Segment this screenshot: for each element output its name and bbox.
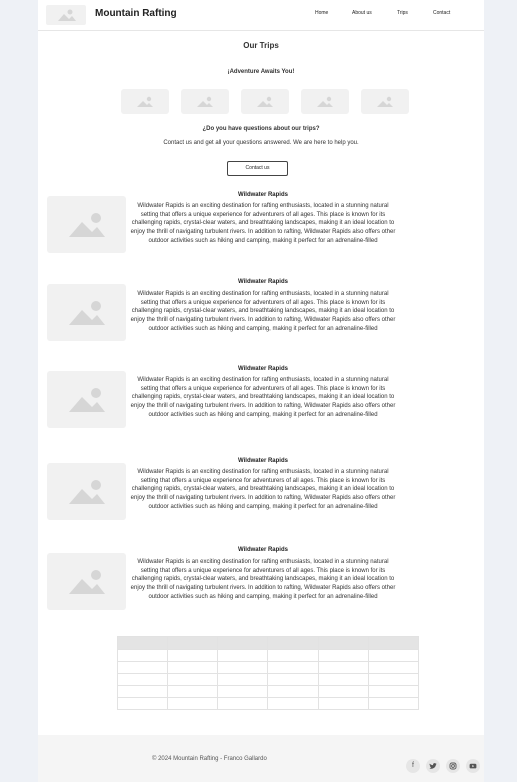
nav-contact[interactable]: Contact — [433, 10, 450, 16]
gallery-image[interactable] — [241, 89, 289, 114]
trips-table — [116, 636, 420, 710]
trip-title: Wildwater Rapids — [238, 458, 288, 464]
table-header-cell — [217, 636, 269, 650]
image-placeholder-icon — [58, 9, 76, 21]
contact-us-button[interactable]: Contact us — [227, 161, 288, 176]
table-cell — [367, 649, 420, 662]
page: Mountain Rafting Home About us Trips Con… — [38, 0, 484, 782]
gallery-image[interactable] — [361, 89, 409, 114]
instagram-icon[interactable] — [446, 759, 460, 773]
image-placeholder-icon — [257, 96, 273, 107]
table-cell — [116, 661, 169, 674]
table-header-cell — [317, 636, 369, 650]
logo-image[interactable] — [46, 5, 86, 25]
image-placeholder-icon — [69, 388, 105, 412]
nav-trips[interactable]: Trips — [397, 10, 408, 16]
image-placeholder-icon — [377, 96, 393, 107]
table-header-cell — [167, 636, 219, 650]
table-cell — [167, 673, 219, 686]
trip-description: Wildwater Rapids is an exciting destinat… — [130, 291, 396, 332]
brand-name[interactable]: Mountain Rafting — [95, 8, 177, 19]
table-cell — [167, 661, 219, 674]
table-cell — [367, 661, 420, 674]
tagline: ¡Adventure Awaits You! — [227, 69, 295, 75]
copyright-text: © 2024 Mountain Rafting - Franco Gallard… — [152, 756, 267, 762]
table-cell — [367, 697, 420, 710]
table-row — [116, 685, 420, 698]
table-cell — [317, 685, 369, 698]
table-cell — [367, 685, 420, 698]
nav-about-us[interactable]: About us — [352, 10, 372, 16]
youtube-icon[interactable] — [466, 759, 480, 773]
trip-image[interactable] — [47, 463, 126, 520]
trip-description: Wildwater Rapids is an exciting destinat… — [130, 559, 396, 600]
table-cell — [267, 661, 319, 674]
image-placeholder-icon — [69, 570, 105, 594]
trip-description: Wildwater Rapids is an exciting destinat… — [130, 377, 396, 418]
image-placeholder-icon — [197, 96, 213, 107]
trip-image[interactable] — [47, 553, 126, 610]
gallery-image[interactable] — [121, 89, 169, 114]
table-row — [116, 697, 420, 710]
table-header-cell — [116, 636, 169, 650]
contact-text: Contact us and get all your questions an… — [163, 140, 359, 146]
trip-title: Wildwater Rapids — [238, 366, 288, 372]
site-header: Mountain Rafting Home About us Trips Con… — [38, 0, 484, 31]
trip-title: Wildwater Rapids — [238, 279, 288, 285]
site-footer: © 2024 Mountain Rafting - Franco Gallard… — [38, 735, 484, 782]
trip-description: Wildwater Rapids is an exciting destinat… — [130, 469, 396, 510]
table-cell — [267, 649, 319, 662]
image-placeholder-icon — [137, 96, 153, 107]
trip-image[interactable] — [47, 284, 126, 341]
table-cell — [116, 649, 169, 662]
table-cell — [317, 673, 369, 686]
table-cell — [267, 697, 319, 710]
table-cell — [217, 649, 269, 662]
gallery-image[interactable] — [301, 89, 349, 114]
image-placeholder-icon — [317, 96, 333, 107]
table-row — [116, 661, 420, 674]
table-cell — [116, 673, 169, 686]
table-header-cell — [367, 636, 420, 650]
gallery-image[interactable] — [181, 89, 229, 114]
table-cell — [116, 697, 169, 710]
table-cell — [167, 649, 219, 662]
table-cell — [317, 661, 369, 674]
table-row — [116, 673, 420, 686]
table-cell — [267, 685, 319, 698]
table-header-cell — [267, 636, 319, 650]
image-placeholder-icon — [69, 480, 105, 504]
nav-home[interactable]: Home — [315, 10, 328, 16]
image-placeholder-icon — [69, 213, 105, 237]
table-cell — [167, 685, 219, 698]
table-cell — [116, 685, 169, 698]
table-cell — [367, 673, 420, 686]
table-cell — [217, 673, 269, 686]
image-placeholder-icon — [69, 301, 105, 325]
table-cell — [217, 697, 269, 710]
page-title: Our Trips — [243, 41, 279, 50]
table-row — [116, 649, 420, 662]
trip-image[interactable] — [47, 371, 126, 428]
trip-title: Wildwater Rapids — [238, 192, 288, 198]
table-cell — [267, 673, 319, 686]
trip-title: Wildwater Rapids — [238, 547, 288, 553]
table-cell — [217, 685, 269, 698]
table-cell — [167, 697, 219, 710]
table-cell — [217, 661, 269, 674]
facebook-icon[interactable]: f — [406, 759, 420, 773]
twitter-icon[interactable] — [426, 759, 440, 773]
table-cell — [317, 697, 369, 710]
trip-image[interactable] — [47, 196, 126, 253]
trip-description: Wildwater Rapids is an exciting destinat… — [130, 203, 396, 244]
questions-heading: ¿Do you have questions about our trips? — [202, 126, 320, 132]
table-header-row — [116, 636, 420, 650]
table-cell — [317, 649, 369, 662]
